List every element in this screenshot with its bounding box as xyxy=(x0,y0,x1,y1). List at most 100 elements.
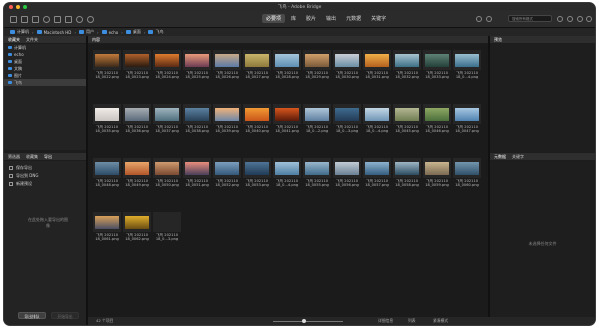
thumbnail[interactable]: 飞鸟 202110 18_0053.png xyxy=(243,158,271,188)
thumbnail[interactable]: 飞鸟 202110 18_0060.png xyxy=(453,158,481,188)
view-details-button[interactable]: 详细信息 xyxy=(378,317,393,325)
thumbnail[interactable]: 飞鸟 202110 18_0055.png xyxy=(303,158,331,188)
thumbnail[interactable]: 飞鸟 202110 18_0049.png xyxy=(123,158,151,188)
thumbnail[interactable]: 飞鸟 202110 18_0047.png xyxy=(453,104,481,134)
thumbnail[interactable]: 飞鸟 202110 18_0048.png xyxy=(93,158,121,188)
tab-filter[interactable]: 筛选器 xyxy=(8,154,20,160)
chevron-down-icon[interactable] xyxy=(486,16,492,22)
new-folder-icon[interactable] xyxy=(567,16,573,22)
thumbnail[interactable]: 飞鸟 202110 18_0051.png xyxy=(183,158,211,188)
tab-collections[interactable]: 收藏集 xyxy=(26,154,38,160)
thumbnail[interactable]: 飞鸟 202110 18_0035.png xyxy=(93,104,121,134)
breadcrumb-item[interactable]: echo xyxy=(101,30,118,35)
thumbnail[interactable]: 飞鸟 202110 18_0062.png xyxy=(123,212,151,242)
queue-export-button[interactable]: 导出排队 xyxy=(18,312,46,319)
thumbnail-image xyxy=(125,53,149,67)
thumbnail[interactable]: 飞鸟 202110 18_0046.png xyxy=(423,104,451,134)
delete-icon[interactable] xyxy=(577,16,583,22)
thumbnail[interactable]: 飞鸟 202110 18_0029.png xyxy=(303,50,331,80)
tab-metadata[interactable]: 元数据 xyxy=(494,154,506,160)
refine-icon[interactable] xyxy=(76,15,83,23)
export-item[interactable]: 新建预设 xyxy=(4,180,86,188)
thumbnail-filename: 18_0...4.png xyxy=(365,129,389,134)
workspace-tab-filmstrip[interactable]: 胶片 xyxy=(302,14,320,23)
thumbnail[interactable]: 飞鸟 202110 18_0023.png xyxy=(123,50,151,80)
recent-icon[interactable] xyxy=(43,15,50,23)
more-icon[interactable] xyxy=(586,16,592,22)
thumbnail[interactable]: 飞鸟 202110 18_0058.png xyxy=(393,158,421,188)
tab-favorites[interactable]: 收藏夹 xyxy=(8,37,20,43)
workspace-tab-output[interactable]: 输出 xyxy=(322,14,340,23)
breadcrumb-item[interactable]: Macintosh HD xyxy=(36,30,71,35)
thumbnail[interactable]: 飞鸟 202110 18_0036.png xyxy=(123,104,151,134)
thumbnail[interactable]: 飞鸟 202110 18_0...3.png xyxy=(333,104,361,134)
thumbnail[interactable]: 飞鸟 202110 18_0...4.png xyxy=(273,158,301,188)
sort-icon[interactable] xyxy=(476,16,482,22)
thumbnail[interactable]: 飞鸟 202110 18_0027.png xyxy=(243,50,271,80)
thumbnail[interactable]: 飞鸟 202110 18_0026.png xyxy=(213,50,241,80)
breadcrumb-item[interactable]: 用户 xyxy=(78,29,94,35)
home-icon[interactable] xyxy=(32,15,39,23)
view-list-button[interactable]: 列表 xyxy=(408,317,416,325)
thumbnail[interactable]: 飞鸟 202110 18_0...4.png xyxy=(363,104,391,134)
thumbnail-frame xyxy=(243,104,271,124)
tab-keywords[interactable]: 关键字 xyxy=(512,154,524,160)
thumbnail[interactable]: 飞鸟 202110 18_0022.png xyxy=(93,50,121,80)
search-input[interactable]: 搜索所有格式 xyxy=(508,15,552,22)
workspace-tab-essentials[interactable]: 必要项 xyxy=(262,14,286,23)
workspace-tab-metadata[interactable]: 元数据 xyxy=(342,14,365,23)
thumbnail[interactable]: 飞鸟 202110 18_0...2.png xyxy=(303,104,331,134)
thumbnail[interactable]: 飞鸟 202110 18_0057.png xyxy=(363,158,391,188)
thumbnail[interactable]: 飞鸟 202110 18_0059.png xyxy=(423,158,451,188)
thumbnail-size-slider[interactable] xyxy=(273,320,343,322)
workspace-tab-keywords[interactable]: 关键字 xyxy=(367,14,390,23)
favorite-item[interactable]: echo xyxy=(4,51,86,58)
breadcrumb-item[interactable]: 飞鸟 xyxy=(148,29,163,35)
thumbnail[interactable]: 飞鸟 202110 18_0033.png xyxy=(423,50,451,80)
thumbnail-filename: 18_0032.png xyxy=(395,75,419,80)
workspace-tab-libraries[interactable]: 库 xyxy=(287,14,300,23)
thumbnail[interactable]: 飞鸟 202110 18_0024.png xyxy=(153,50,181,80)
tab-export[interactable]: 导出 xyxy=(44,154,52,160)
export-item[interactable]: 保存导出 xyxy=(4,164,86,172)
favorite-item[interactable]: 计算机 xyxy=(4,44,86,51)
compact-mode-button[interactable]: 紧凑模式 xyxy=(433,317,448,325)
forward-icon[interactable] xyxy=(21,15,28,23)
thumbnail[interactable]: 飞鸟 202110 18_0039.png xyxy=(213,104,241,134)
thumbnail-frame xyxy=(453,158,481,178)
thumbnail[interactable]: 飞鸟 202110 18_0030.png xyxy=(333,50,361,80)
thumbnail[interactable]: 飞鸟 202110 18_0041.png xyxy=(273,104,301,134)
breadcrumb: 计算机 › Macintosh HD › 用户 › echo › 桌面 › 飞鸟 xyxy=(4,28,595,36)
back-icon[interactable] xyxy=(10,15,17,23)
thumbnail[interactable]: 飞鸟 202110 18_0038.png xyxy=(183,104,211,134)
slider-knob[interactable] xyxy=(302,319,306,323)
thumbnail[interactable]: 飞鸟 202110 18_0061.png xyxy=(93,212,121,242)
breadcrumb-item[interactable]: 桌面 xyxy=(125,29,141,35)
breadcrumb-item[interactable]: 计算机 xyxy=(10,29,29,35)
tab-folders[interactable]: 文件夹 xyxy=(26,37,38,43)
thumbnail-image xyxy=(125,161,149,175)
thumbnail[interactable]: 飞鸟 202110 18_0056.png xyxy=(333,158,361,188)
thumbnail[interactable]: 飞鸟 202110 18_0045.png xyxy=(393,104,421,134)
thumbnail[interactable]: 飞鸟 202110 18_0...4.png xyxy=(453,50,481,80)
thumbnail[interactable]: 飞鸟 202110 18_0052.png xyxy=(213,158,241,188)
thumbnail[interactable]: 飞鸟 202110 18_0050.png xyxy=(153,158,181,188)
thumbnail[interactable]: 飞鸟 202110 18_0031.png xyxy=(363,50,391,80)
favorite-item[interactable]: 文稿 xyxy=(4,65,86,72)
thumbnail[interactable]: 飞鸟 202110 18_0040.png xyxy=(243,104,271,134)
favorite-item[interactable]: 飞鸟 xyxy=(4,79,86,86)
start-export-button[interactable]: 开始导出 xyxy=(51,312,79,319)
export-item[interactable]: 导出到 DNG xyxy=(4,172,86,180)
thumbnail[interactable]: 飞鸟 202110 18_0...3.png xyxy=(153,212,181,242)
open-camera-raw-icon[interactable] xyxy=(54,15,61,23)
rotate-icon[interactable] xyxy=(87,15,94,23)
favorite-item[interactable]: 桌面 xyxy=(4,58,86,65)
thumbnail[interactable]: 飞鸟 202110 18_0037.png xyxy=(153,104,181,134)
get-photos-icon[interactable] xyxy=(65,15,72,23)
thumbnail-image xyxy=(365,53,389,67)
thumbnail[interactable]: 飞鸟 202110 18_0032.png xyxy=(393,50,421,80)
thumbnail[interactable]: 飞鸟 202110 18_0028.png xyxy=(273,50,301,80)
favorite-item[interactable]: 图片 xyxy=(4,72,86,79)
filter-icon[interactable] xyxy=(557,16,563,22)
thumbnail[interactable]: 飞鸟 202110 18_0025.png xyxy=(183,50,211,80)
